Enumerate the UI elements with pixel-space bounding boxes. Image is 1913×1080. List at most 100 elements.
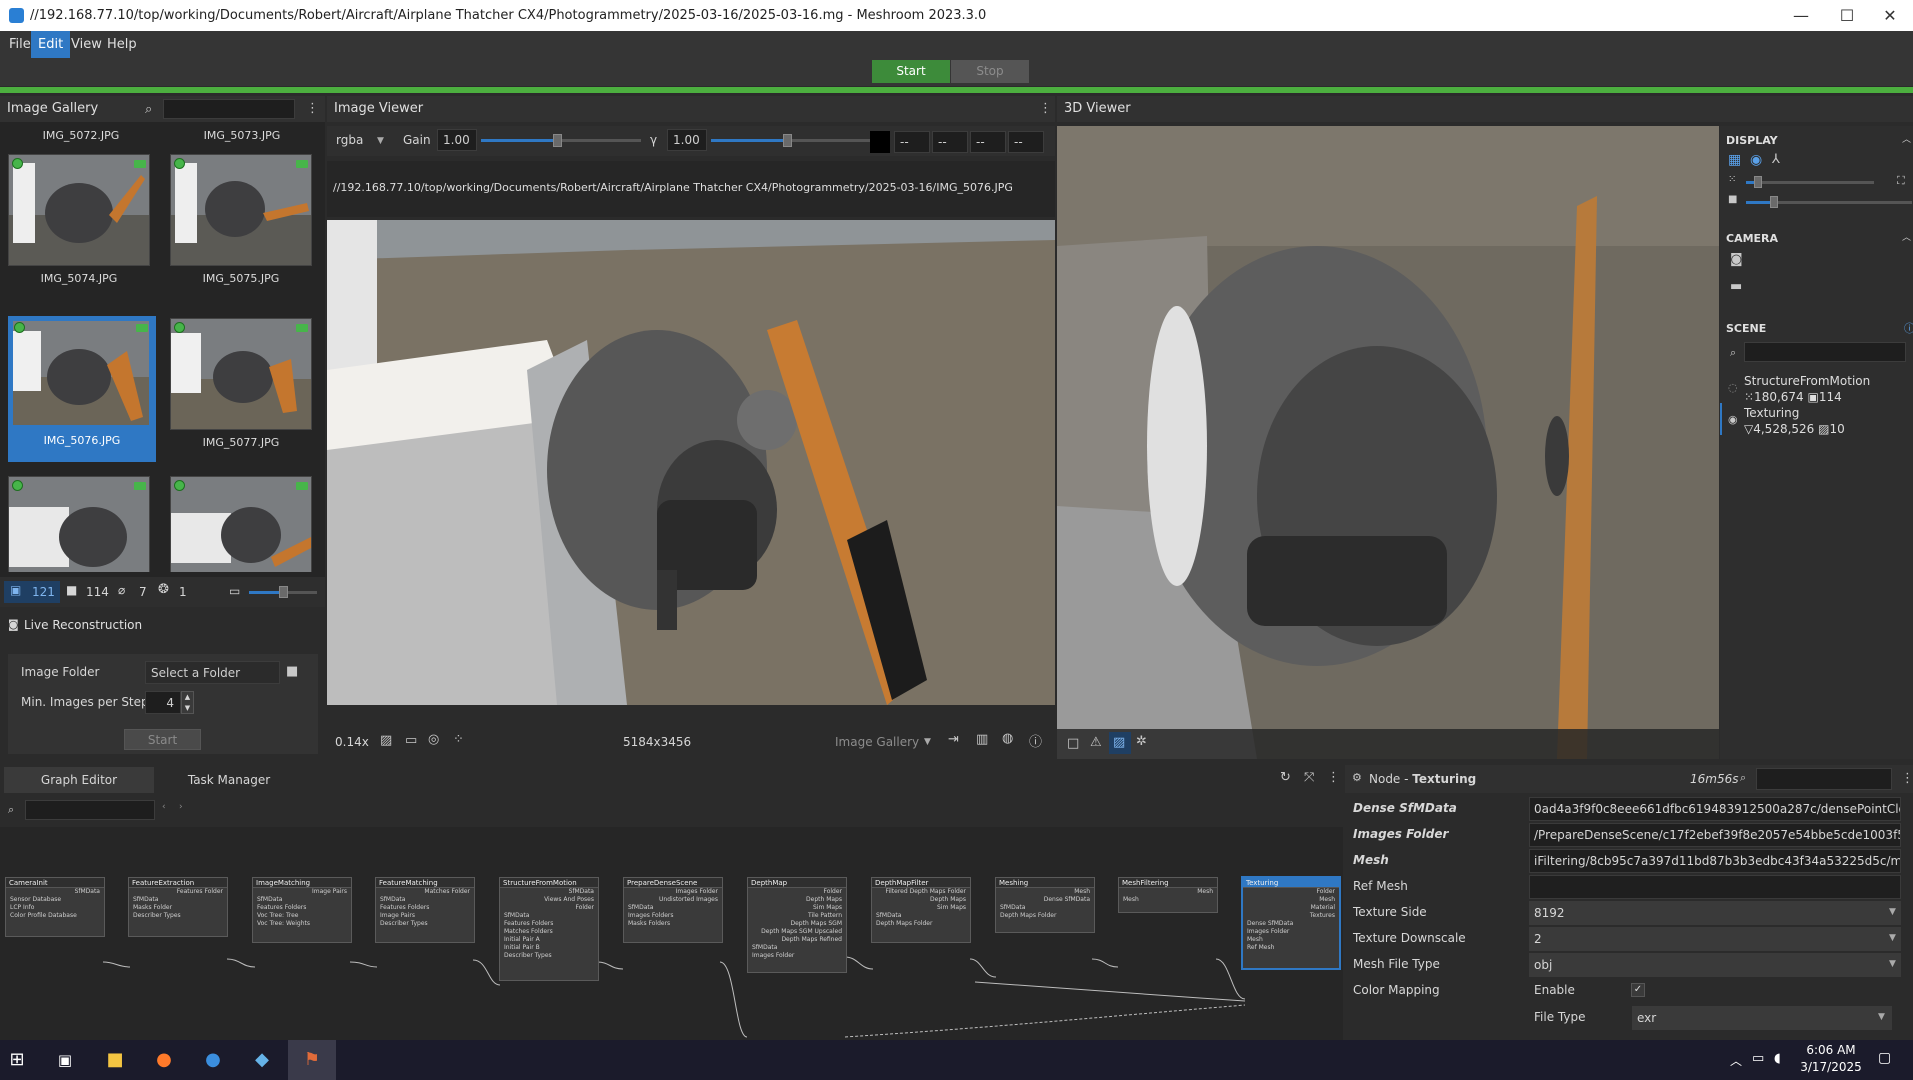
node-port[interactable]: Material — [1243, 904, 1339, 912]
live-start-button[interactable]: Start — [124, 729, 201, 750]
graph-node-depthmap[interactable]: DepthMap Folder Depth Maps Sim Maps Tile… — [747, 877, 847, 973]
gallery-item[interactable]: IMG_5075.JPG — [170, 154, 320, 285]
file-type-select[interactable]: exr — [1632, 1006, 1892, 1030]
source-select[interactable]: Image Gallery — [835, 735, 919, 749]
attribute-search-input[interactable] — [1756, 768, 1892, 790]
snapshot-icon[interactable]: ◙ — [1730, 252, 1743, 267]
graph-node-featurematching[interactable]: FeatureMatching Matches Folder SfMData F… — [375, 877, 475, 943]
prev-icon[interactable]: ‹ — [162, 802, 166, 812]
info-icon[interactable]: ⓘ — [1029, 731, 1042, 750]
graph-node-meshfiltering[interactable]: MeshFiltering Mesh Mesh — [1118, 877, 1218, 913]
globe-icon[interactable]: ◍ — [1002, 731, 1013, 746]
node-port[interactable]: Masks Folders — [624, 920, 722, 928]
collapse-icon[interactable]: ︿ — [1902, 230, 1911, 243]
layout-icon[interactable]: ⤧ — [1304, 770, 1314, 785]
maximize-button[interactable]: ☐ — [1824, 0, 1870, 31]
node-port[interactable]: Undistorted Images — [624, 896, 722, 904]
node-port[interactable]: Tile Pattern — [748, 912, 846, 920]
node-port[interactable]: Features Folders — [376, 904, 474, 912]
node-port[interactable]: Depth Maps — [748, 896, 846, 904]
node-port[interactable]: Textures — [1243, 912, 1339, 920]
node-port[interactable]: SfMData — [376, 896, 474, 904]
texture-downscale-select[interactable]: 2 — [1529, 927, 1901, 951]
slider-handle[interactable] — [1754, 176, 1762, 188]
rig-icon[interactable]: ❂ — [158, 582, 169, 597]
node-port[interactable]: SfMData — [996, 904, 1094, 912]
search-icon[interactable]: ⌕ — [145, 102, 152, 117]
node-port[interactable]: Image Pairs — [253, 888, 351, 896]
collapse-icon[interactable]: ︿ — [1902, 132, 1911, 145]
spinbox-arrows-icon[interactable]: ▲ ▼ — [181, 691, 194, 714]
node-port[interactable]: Images Folders — [624, 912, 722, 920]
camera-filter-icon[interactable]: ■ — [66, 583, 77, 597]
more-options-icon[interactable]: ⋮ — [1901, 771, 1913, 786]
gallery-item-selected[interactable]: IMG_5076.JPG — [8, 316, 156, 462]
slider-handle[interactable] — [279, 586, 288, 598]
gallery-search-input[interactable] — [163, 99, 295, 119]
node-port[interactable]: Folder — [500, 904, 598, 912]
node-port[interactable]: Image Pairs — [376, 912, 474, 920]
bounding-box-icon[interactable]: □ — [1067, 736, 1079, 751]
node-port[interactable]: Folder — [748, 888, 846, 896]
gizmo-icon[interactable]: ✲ — [1136, 734, 1147, 749]
node-port[interactable]: SfMData — [748, 944, 846, 952]
warning-icon[interactable]: ⚠ — [1090, 735, 1102, 750]
menu-help[interactable]: Help — [100, 31, 144, 58]
hdr-icon[interactable]: ▨ — [380, 733, 392, 748]
fit-icon[interactable]: ▭ — [405, 733, 417, 748]
channel-select[interactable]: rgba — [336, 133, 363, 147]
node-port[interactable]: Depth Maps SGM Upscaled — [748, 928, 846, 936]
texture-side-select[interactable]: 8192 — [1529, 901, 1901, 925]
notifications-icon[interactable]: ▢ — [1878, 1050, 1891, 1066]
node-port[interactable]: SfMData — [500, 912, 598, 920]
node-port[interactable]: Initial Pair A — [500, 936, 598, 944]
locator-icon[interactable]: ◉ — [1750, 152, 1762, 168]
no-intrinsic-icon[interactable]: ⌀ — [118, 583, 125, 597]
min-images-spinbox[interactable]: 4 — [145, 691, 181, 714]
graph-node-meshing[interactable]: Meshing Mesh Dense SfMData SfMData Depth… — [995, 877, 1095, 933]
graph-node-texturing-selected[interactable]: Texturing Folder Mesh Material Textures … — [1241, 876, 1341, 970]
gallery-item[interactable] — [8, 476, 150, 572]
node-port[interactable]: Masks Folder — [129, 904, 227, 912]
node-port[interactable]: Views And Poses — [500, 896, 598, 904]
node-port[interactable]: Mesh — [996, 888, 1094, 896]
axes-icon[interactable]: ⅄ — [1772, 152, 1780, 167]
node-port[interactable]: SfMData — [253, 896, 351, 904]
refresh-icon[interactable]: ↻ — [1280, 770, 1291, 785]
graph-node-depthmapfilter[interactable]: DepthMapFilter Filtered Depth Maps Folde… — [871, 877, 971, 943]
node-port[interactable]: Matches Folders — [500, 928, 598, 936]
gallery-item[interactable]: IMG_5074.JPG — [8, 154, 158, 285]
thunderbird-icon[interactable]: ● — [199, 1048, 227, 1072]
volume-icon[interactable]: ◖ — [1774, 1051, 1781, 1066]
node-port[interactable]: SfMData — [6, 888, 104, 896]
close-button[interactable]: ✕ — [1867, 0, 1913, 31]
node-port[interactable]: Filtered Depth Maps Folder — [872, 888, 970, 896]
more-options-icon[interactable]: ⋮ — [306, 101, 319, 116]
gallery-item[interactable] — [170, 476, 312, 572]
grid-icon[interactable]: ▦ — [1728, 152, 1741, 168]
node-port[interactable]: Initial Pair B — [500, 944, 598, 952]
node-port[interactable]: Folder — [1243, 888, 1339, 896]
fit-view-icon[interactable]: ⛶ — [1897, 174, 1905, 188]
graph-node-preparedensescene[interactable]: PrepareDenseScene Images Folder Undistor… — [623, 877, 723, 943]
image-folder-input[interactable]: Select a Folder — [145, 661, 280, 684]
attribute-value[interactable]: iFiltering/8cb95c7a397d11bd87b3b3edbc43f… — [1529, 849, 1901, 873]
eye-hidden-icon[interactable]: ◌ — [1728, 381, 1738, 394]
scene-search-input[interactable] — [1744, 342, 1906, 362]
next-icon[interactable]: › — [179, 802, 183, 812]
node-port[interactable]: Mesh — [1243, 936, 1339, 944]
node-port[interactable]: SfMData — [872, 912, 970, 920]
file-explorer-icon[interactable]: ■ — [101, 1048, 129, 1072]
more-options-icon[interactable]: ⋮ — [1039, 101, 1052, 116]
node-port[interactable]: Features Folder — [129, 888, 227, 896]
node-port[interactable]: LCP Info — [6, 904, 104, 912]
sphere-icon[interactable]: ◎ — [428, 732, 439, 747]
tray-chevron-icon[interactable]: ︿ — [1730, 1052, 1742, 1069]
node-port[interactable]: Describer Types — [376, 920, 474, 928]
node-port[interactable]: Depth Maps Folder — [872, 920, 970, 928]
node-port[interactable]: Sensor Database — [6, 896, 104, 904]
node-port[interactable]: Matches Folder — [376, 888, 474, 896]
node-port[interactable]: Features Folders — [500, 920, 598, 928]
point-size-slider[interactable] — [1746, 181, 1874, 184]
more-options-icon[interactable]: ⋮ — [1327, 770, 1340, 785]
